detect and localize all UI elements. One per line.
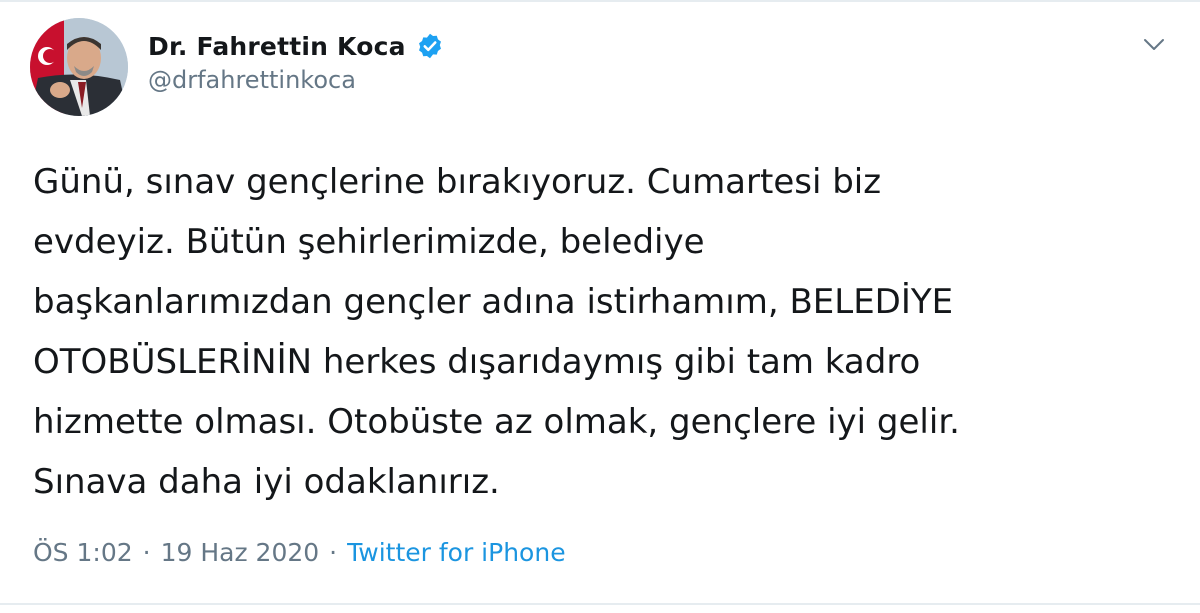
author-name[interactable]: Dr. Fahrettin Koca — [148, 32, 406, 61]
profile-photo-icon — [30, 18, 128, 116]
tweet-line: Sınava daha iyi odaklanırız. — [33, 462, 500, 502]
tweet-author: Dr. Fahrettin Koca @drfahrettinkoca — [148, 28, 444, 94]
tweet-date[interactable]: 19 Haz 2020 — [161, 538, 320, 567]
author-name-row: Dr. Fahrettin Koca — [148, 28, 444, 64]
tweet-line: OTOBÜSLERİNİN herkes dışarıdaymış gibi t… — [33, 342, 921, 382]
verified-badge-icon — [416, 32, 444, 60]
meta-separator: · — [142, 538, 151, 567]
bottom-divider — [0, 603, 1200, 605]
tweet-text: Günü, sınav gençlerine bırakıyoruz. Cuma… — [33, 152, 1173, 512]
tweet-line: evdeyiz. Bütün şehirlerimizde, belediye — [33, 222, 705, 262]
tweet-meta: ÖS 1:02 · 19 Haz 2020 · Twitter for iPho… — [33, 538, 566, 567]
tweet-line: Günü, sınav gençlerine bırakıyoruz. Cuma… — [33, 162, 882, 202]
avatar[interactable] — [30, 18, 128, 116]
author-handle[interactable]: @drfahrettinkoca — [148, 66, 444, 94]
tweet-line: hizmette olması. Otobüste az olmak, genç… — [33, 402, 960, 442]
tweet-time[interactable]: ÖS 1:02 — [33, 538, 133, 567]
meta-separator: · — [329, 538, 338, 567]
tweet-line: başkanlarımızdan gençler adına istirhamı… — [33, 282, 954, 322]
top-divider — [0, 0, 1200, 2]
chevron-down-icon — [1143, 37, 1165, 56]
tweet-source-link[interactable]: Twitter for iPhone — [347, 538, 565, 567]
more-options-button[interactable] — [1138, 34, 1170, 58]
